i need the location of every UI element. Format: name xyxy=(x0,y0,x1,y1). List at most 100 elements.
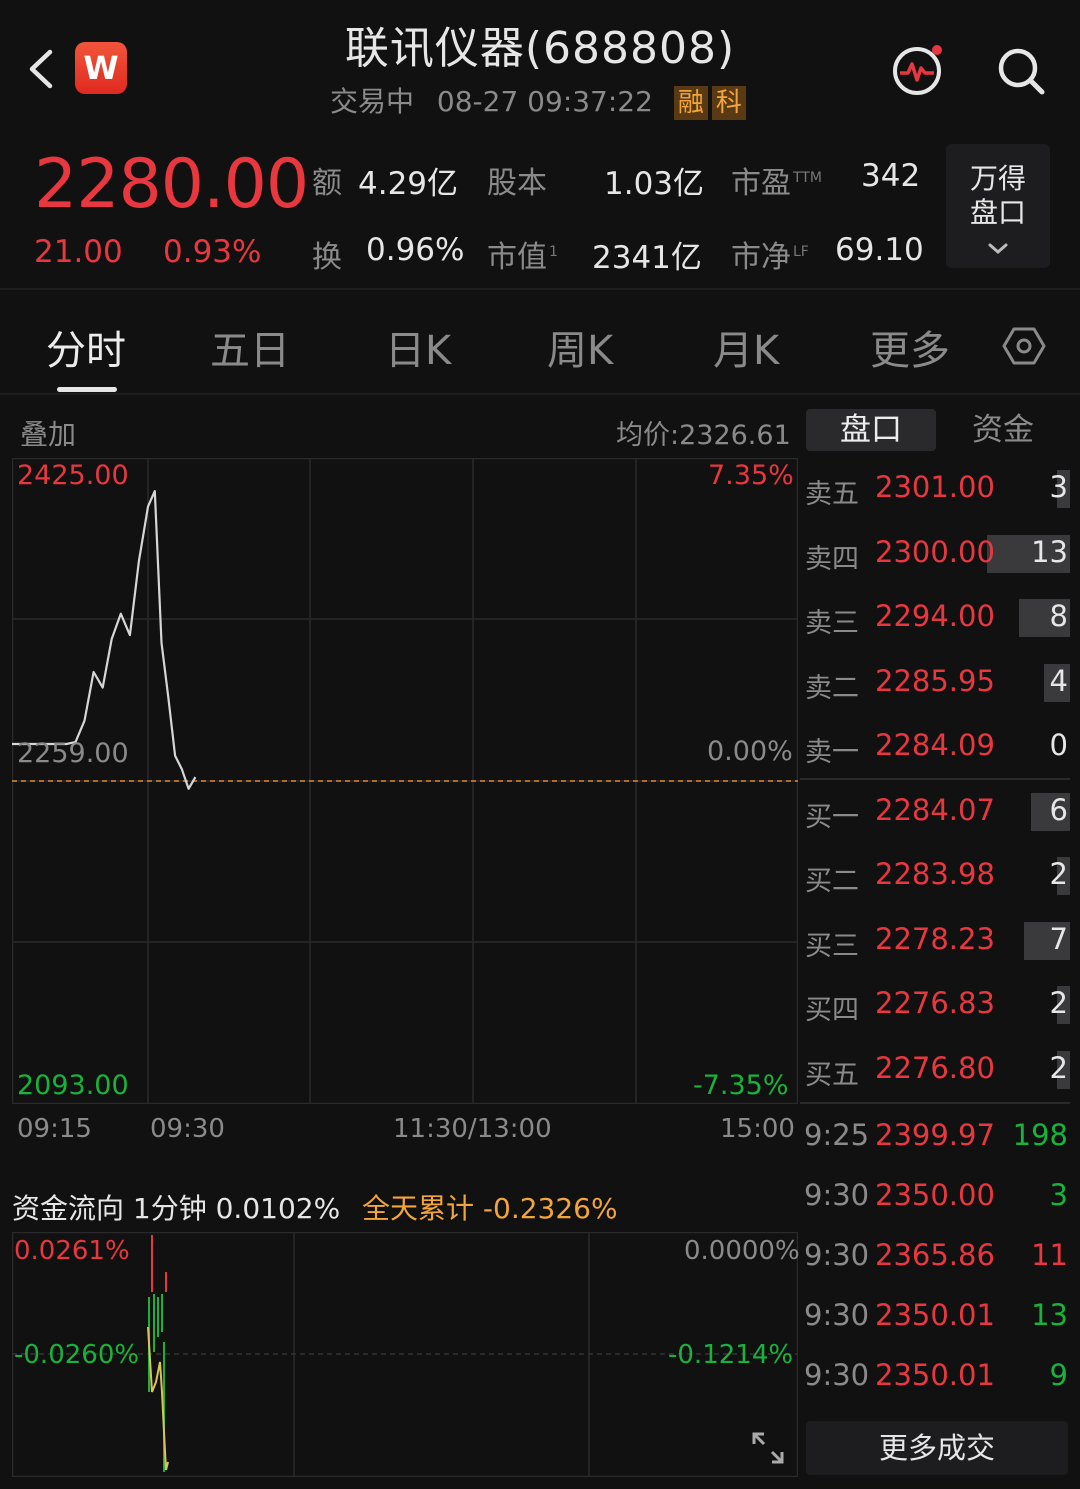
stat-label-shares: 股本 xyxy=(487,166,547,201)
more-trades-button[interactable]: 更多成交 xyxy=(806,1421,1068,1475)
ask-level-row[interactable]: 卖一 2284.09 0 xyxy=(800,716,1070,780)
fund-flow-total: 全天累计 -0.2326% xyxy=(362,1192,618,1225)
trade-status: 交易中 08-27 09:37:22 融科 xyxy=(330,80,746,120)
level-price: 2284.09 xyxy=(875,728,995,762)
level-label: 卖二 xyxy=(805,672,859,704)
pct-axis-top: 7.35% xyxy=(708,460,794,491)
level-volume: 2 xyxy=(1049,857,1068,891)
pct-axis-bottom: -7.35% xyxy=(693,1070,789,1101)
tab-five-day[interactable]: 五日 xyxy=(210,318,290,376)
pulse-icon[interactable] xyxy=(890,42,946,98)
tab-funds[interactable]: 资金 xyxy=(940,409,1066,451)
tick-time: 9:30 xyxy=(804,1358,870,1392)
status-text: 交易中 xyxy=(330,85,415,118)
tab-daily-k[interactable]: 日K xyxy=(385,318,451,376)
timestamp: 08-27 09:37:22 xyxy=(436,85,653,118)
bid-level-row[interactable]: 买五 2276.80 2 xyxy=(800,1039,1070,1103)
level-price: 2285.95 xyxy=(875,663,995,698)
tab-weekly-k[interactable]: 周K xyxy=(547,318,613,376)
intraday-chart[interactable] xyxy=(12,458,798,1104)
tick-time: 9:25 xyxy=(804,1118,870,1152)
stat-value-turnover: 0.96% xyxy=(366,232,465,268)
bid-level-row[interactable]: 买一 2284.07 6 xyxy=(800,781,1070,845)
tick-volume: 9 xyxy=(1049,1358,1068,1392)
divider xyxy=(0,288,1080,290)
stat-label-pe: 市盈 TTM xyxy=(731,166,822,201)
stat-label-amount: 额 xyxy=(312,166,342,201)
level-volume: 3 xyxy=(1049,470,1068,504)
tick-price: 2350.01 xyxy=(875,1358,995,1392)
level-price: 2300.00 xyxy=(875,534,995,569)
flow-right-top: 0.0000% xyxy=(684,1236,800,1266)
settings-icon[interactable] xyxy=(1002,324,1046,368)
wind-label-1: 万得 xyxy=(969,162,1026,195)
time-label-midday: 11:30/13:00 xyxy=(393,1114,552,1144)
tab-orderbook[interactable]: 盘口 xyxy=(806,409,936,451)
ask-level-row[interactable]: 卖四 2300.00 13 xyxy=(800,523,1070,587)
search-icon[interactable] xyxy=(994,44,1048,98)
time-label-0915: 09:15 xyxy=(17,1114,92,1144)
tick-time: 9:30 xyxy=(804,1298,870,1332)
stat-label-pb: 市净 LF xyxy=(731,240,809,275)
stat-value-amount: 4.29亿 xyxy=(358,166,459,202)
tick-time: 9:30 xyxy=(804,1178,870,1212)
time-label-1500: 15:00 xyxy=(720,1114,795,1144)
price-change: 21.00 xyxy=(34,234,123,270)
level-volume: 2 xyxy=(1049,986,1068,1020)
fund-flow-title: 资金流向 1分钟 0.0102% xyxy=(12,1192,341,1225)
tick-row: 9:25 2399.97 198 xyxy=(800,1108,1070,1168)
stat-value-pb: 69.10 xyxy=(835,232,924,268)
tab-more[interactable]: 更多 xyxy=(870,318,950,376)
level-volume: 2 xyxy=(1049,1050,1068,1085)
tab-monthly-k[interactable]: 月K xyxy=(713,318,779,376)
level-label: 买三 xyxy=(805,930,859,962)
ask-level-row[interactable]: 卖三 2294.00 8 xyxy=(800,587,1070,651)
level-label: 卖一 xyxy=(805,737,859,768)
level-volume: 8 xyxy=(1049,599,1068,633)
orderbook-divider xyxy=(800,778,1070,780)
tick-volume: 11 xyxy=(1031,1238,1068,1272)
bid-level-row[interactable]: 买四 2276.83 2 xyxy=(800,974,1070,1038)
level-volume: 13 xyxy=(1031,534,1068,569)
level-label: 买五 xyxy=(805,1059,859,1091)
expand-icon[interactable] xyxy=(750,1430,786,1466)
tick-row: 9:30 2350.00 3 xyxy=(800,1168,1070,1228)
last-price: 2280.00 xyxy=(34,145,309,224)
level-volume: 6 xyxy=(1049,792,1068,827)
tick-price: 2365.86 xyxy=(875,1238,995,1272)
price-change-pct: 0.93% xyxy=(163,234,262,270)
bid-level-row[interactable]: 买三 2278.23 7 xyxy=(800,910,1070,974)
tick-row: 9:30 2365.86 11 xyxy=(800,1228,1070,1288)
tick-row: 9:30 2350.01 9 xyxy=(800,1348,1070,1408)
level-price: 2278.23 xyxy=(875,921,995,956)
bid-level-row[interactable]: 买二 2283.98 2 xyxy=(800,845,1070,909)
tab-underline xyxy=(57,387,117,392)
ask-level-row[interactable]: 卖五 2301.00 3 xyxy=(800,458,1070,522)
margin-tag: 融 xyxy=(673,86,708,120)
tick-price: 2399.97 xyxy=(875,1118,995,1152)
tick-volume: 198 xyxy=(1012,1118,1068,1152)
tick-time: 9:30 xyxy=(804,1238,870,1272)
ask-level-row[interactable]: 卖二 2285.95 4 xyxy=(800,652,1070,716)
flow-left-mid: -0.0260% xyxy=(14,1340,140,1370)
level-label: 卖三 xyxy=(805,608,859,639)
y-axis-top: 2425.00 xyxy=(17,460,129,491)
level-price: 2283.98 xyxy=(875,857,995,891)
tick-volume: 3 xyxy=(1049,1178,1068,1212)
level-label: 买四 xyxy=(805,995,859,1026)
level-price: 2284.07 xyxy=(875,792,995,827)
stat-value-mktcap: 2341亿 xyxy=(592,240,702,276)
wind-orderbook-button[interactable]: 万得 盘口 xyxy=(946,144,1050,268)
overlay-button[interactable]: 叠加 xyxy=(20,413,76,453)
tab-intraday[interactable]: 分时 xyxy=(46,318,126,376)
time-label-0930: 09:30 xyxy=(150,1114,225,1144)
tick-volume: 13 xyxy=(1031,1298,1068,1332)
y-axis-mid: 2259.00 xyxy=(17,738,129,769)
level-label: 买二 xyxy=(805,866,859,897)
stat-label-turnover: 换 xyxy=(312,240,342,275)
tick-price: 2350.01 xyxy=(875,1298,995,1332)
wind-label-2: 盘口 xyxy=(969,196,1026,229)
level-label: 卖五 xyxy=(805,479,859,510)
level-volume: 7 xyxy=(1049,921,1068,956)
level-volume: 0 xyxy=(1049,728,1068,762)
